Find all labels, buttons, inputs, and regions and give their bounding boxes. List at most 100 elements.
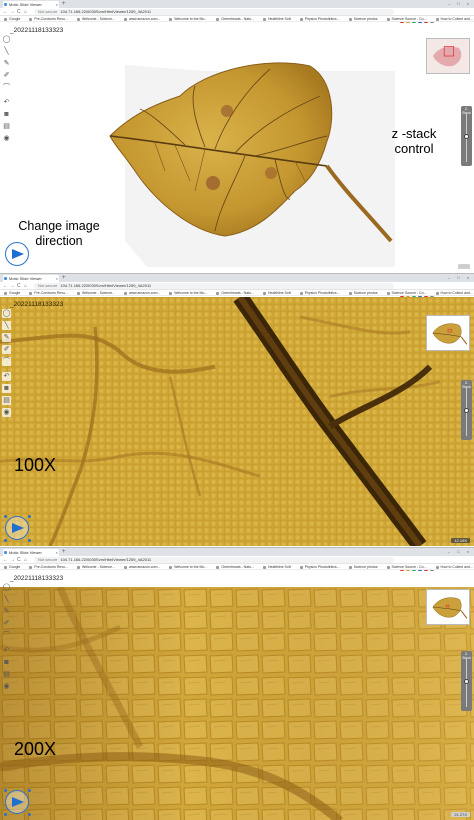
curve-icon[interactable]: ⌒ (2, 357, 11, 366)
zstack-slider-handle[interactable] (464, 679, 469, 684)
curve-icon[interactable]: ⌒ (2, 83, 11, 92)
bookmark-item[interactable]: Welcome to the Mo... (169, 564, 207, 569)
bookmark-item[interactable]: Welcome to the Mo... (169, 290, 207, 295)
rotation-compass[interactable] (4, 789, 31, 816)
bookmark-item[interactable]: Pre-Condoms Revu... (29, 16, 68, 21)
print-icon[interactable]: ▤ (2, 396, 11, 405)
bookmark-item[interactable]: Pre-Condoms Revu... (29, 564, 68, 569)
measure-line-icon[interactable]: ╲ (2, 47, 11, 56)
bookmark-item[interactable]: Healthline Soft (263, 564, 291, 569)
bookmark-item[interactable]: Welcome - Science... (77, 16, 115, 21)
slide-viewer[interactable]: _20221118133323 ◯ ╲ ✎ ✐ ⌒ ↶ ◙ ▤ ◉ Z-Stack 21.27X (0, 571, 474, 820)
bookmark-item[interactable]: Google (4, 564, 20, 569)
bookmark-item[interactable]: Google (4, 16, 20, 21)
close-icon[interactable]: × (56, 1, 58, 8)
zstack-control[interactable]: Z-Stack (461, 106, 472, 166)
eye-icon[interactable]: ◉ (2, 134, 11, 143)
address-bar[interactable]: Not secure 104.71.166.22/0030Svm/HtmlView… (34, 9, 394, 15)
bookmark-item[interactable]: Physics Phodolintics... (300, 564, 340, 569)
close-icon[interactable]: × (56, 549, 58, 556)
slide-image-200x[interactable] (0, 587, 474, 820)
back-button[interactable]: ← (3, 556, 8, 564)
address-bar[interactable]: Not secure 104.71.166.22/0030Svm/HtmlView… (34, 557, 394, 563)
print-icon[interactable]: ▤ (2, 122, 11, 131)
new-tab-button[interactable]: + (62, 548, 66, 556)
navigator-thumbnail[interactable] (426, 38, 470, 74)
new-tab-button[interactable]: + (62, 274, 66, 282)
measure-line-icon[interactable]: ╲ (2, 321, 11, 330)
zstack-control[interactable]: Z-Stack (461, 651, 472, 711)
edit-icon[interactable]: ✐ (2, 345, 11, 354)
bookmark-item[interactable]: How to Collect and... (436, 290, 473, 295)
pen-icon[interactable]: ✎ (2, 333, 11, 342)
zstack-slider-handle[interactable] (464, 408, 469, 413)
home-button[interactable]: ⌂ (24, 556, 27, 564)
bookmark-item[interactable]: Physics Phodolintics... (300, 16, 340, 21)
bookmark-item[interactable]: Pre-Condoms Revu... (29, 290, 68, 295)
edit-icon[interactable]: ✐ (2, 71, 11, 80)
undo-icon[interactable]: ↶ (2, 646, 11, 655)
browser-tab[interactable]: Motic Slide Viewer × (3, 1, 59, 8)
camera-icon[interactable]: ◙ (2, 110, 11, 119)
bookmark-item[interactable]: www.amazon.com... (124, 290, 160, 295)
slide-image-100x[interactable] (0, 297, 474, 546)
bookmark-item[interactable]: Healthline Soft (263, 290, 291, 295)
bookmark-item[interactable]: Greenheads - Natu... (216, 16, 254, 21)
window-controls[interactable]: – □ × (448, 0, 472, 8)
back-button[interactable]: ← (3, 8, 8, 16)
new-tab-button[interactable]: + (62, 0, 66, 8)
edit-icon[interactable]: ✐ (2, 619, 11, 628)
navigator-thumbnail[interactable] (426, 315, 470, 351)
bookmark-item[interactable]: Welcome - Science... (77, 290, 115, 295)
bookmark-item[interactable]: Science photos (349, 16, 378, 21)
leaf-slide-image[interactable] (95, 41, 395, 267)
window-controls[interactable]: – □ × (448, 548, 472, 556)
curve-icon[interactable]: ⌒ (2, 631, 11, 640)
bookmark-item[interactable]: Welcome to the Mo... (169, 16, 207, 21)
eye-icon[interactable]: ◉ (2, 408, 11, 417)
pan-icon[interactable]: ◯ (2, 309, 11, 318)
bookmark-item[interactable]: Welcome - Science... (77, 564, 115, 569)
forward-button[interactable]: → (10, 282, 15, 290)
zstack-slider-handle[interactable] (464, 134, 469, 139)
bookmark-item[interactable]: Google (4, 290, 20, 295)
browser-tab[interactable]: Motic Slide Viewer × (3, 275, 59, 282)
reload-button[interactable]: C (17, 282, 21, 290)
camera-icon[interactable]: ◙ (2, 658, 11, 667)
undo-icon[interactable]: ↶ (2, 98, 11, 107)
bookmark-item[interactable]: Greenheads - Natu... (216, 564, 254, 569)
bookmark-item[interactable]: How to Collect and... (436, 16, 473, 21)
rotation-compass[interactable] (4, 515, 31, 542)
bookmark-item[interactable]: How to Collect and... (436, 564, 473, 569)
browser-tab[interactable]: Motic Slide Viewer × (3, 549, 59, 556)
bookmark-item[interactable]: Science photos (349, 290, 378, 295)
bookmark-item[interactable]: Science Source - Co... (387, 16, 427, 21)
camera-icon[interactable]: ◙ (2, 384, 11, 393)
pan-icon[interactable]: ◯ (2, 35, 11, 44)
bookmark-item[interactable]: Science Source - Co... (387, 564, 427, 569)
reload-button[interactable]: C (17, 8, 21, 16)
window-controls[interactable]: – □ × (448, 274, 472, 282)
bookmark-item[interactable]: Science Source - Co... (387, 290, 427, 295)
address-bar[interactable]: Not secure 104.71.166.22/0030Svm/HtmlView… (34, 283, 394, 289)
forward-button[interactable]: → (10, 8, 15, 16)
reload-button[interactable]: C (17, 556, 21, 564)
eye-icon[interactable]: ◉ (2, 682, 11, 691)
home-button[interactable]: ⌂ (24, 8, 27, 16)
pan-icon[interactable]: ◯ (2, 583, 11, 592)
undo-icon[interactable]: ↶ (2, 372, 11, 381)
navigator-thumbnail[interactable] (426, 589, 470, 625)
bookmark-item[interactable]: www.amazon.com... (124, 564, 160, 569)
print-icon[interactable]: ▤ (2, 670, 11, 679)
pen-icon[interactable]: ✎ (2, 59, 11, 68)
bookmark-item[interactable]: Physics Phodolintics... (300, 290, 340, 295)
back-button[interactable]: ← (3, 282, 8, 290)
bookmark-item[interactable]: www.amazon.com... (124, 16, 160, 21)
bookmark-item[interactable]: Greenheads - Natu... (216, 290, 254, 295)
slide-viewer[interactable]: _20221118133323 ◯ ╲ ✎ ✐ ⌒ ↶ ◙ ▤ ◉ Z-Stack 12.19X (0, 297, 474, 546)
bookmark-item[interactable]: Science photos (349, 564, 378, 569)
forward-button[interactable]: → (10, 556, 15, 564)
zstack-control[interactable]: Z-Stack (461, 380, 472, 440)
pen-icon[interactable]: ✎ (2, 607, 11, 616)
measure-line-icon[interactable]: ╲ (2, 595, 11, 604)
